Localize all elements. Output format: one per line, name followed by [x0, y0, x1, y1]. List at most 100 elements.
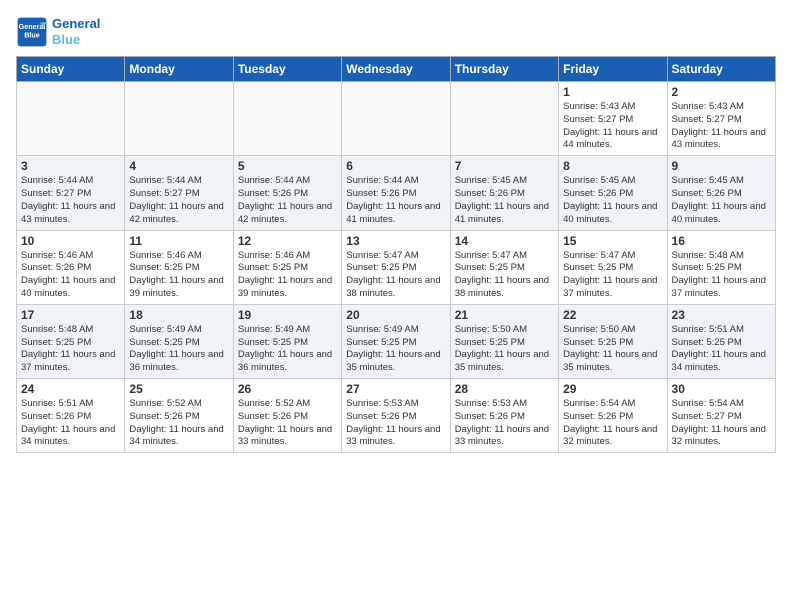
calendar-day-cell: [450, 82, 558, 156]
calendar-day-cell: 11 Sunrise: 5:46 AM Sunset: 5:25 PM Dayli…: [125, 230, 233, 304]
day-info: Sunrise: 5:49 AM Sunset: 5:25 PM Dayligh…: [346, 324, 445, 375]
day-info: Sunrise: 5:45 AM Sunset: 5:26 PM Dayligh…: [672, 175, 771, 226]
day-number: 21: [455, 308, 554, 322]
day-number: 9: [672, 159, 771, 173]
page-header: General Blue GeneralBlue: [16, 16, 776, 48]
calendar-day-cell: 18Sunrise: 5:49 AM Sunset: 5:25 PM Dayli…: [125, 304, 233, 378]
day-info: Sunrise: 5:54 AM Sunset: 5:26 PM Dayligh…: [563, 398, 662, 449]
calendar-day-cell: 29 Sunrise: 5:54 AM Sunset: 5:26 PM Dayli…: [559, 379, 667, 453]
calendar-day-cell: 3 Sunrise: 5:44 AM Sunset: 5:27 PM Daylig…: [17, 156, 125, 230]
day-info: Sunrise: 5:54 AM Sunset: 5:27 PM Dayligh…: [672, 398, 771, 449]
day-info: Sunrise: 5:46 AM Sunset: 5:25 PM Dayligh…: [129, 250, 228, 301]
calendar-day-cell: 19 Sunrise: 5:49 AM Sunset: 5:25 PM Dayli…: [233, 304, 341, 378]
day-number: 23: [672, 308, 771, 322]
calendar-day-cell: 5 Sunrise: 5:44 AM Sunset: 5:26 PM Daylig…: [233, 156, 341, 230]
calendar-day-cell: [17, 82, 125, 156]
day-info: Sunrise: 5:44 AM Sunset: 5:26 PM Dayligh…: [346, 175, 445, 226]
day-number: 24: [21, 382, 120, 396]
calendar-day-cell: [233, 82, 341, 156]
day-info: Sunrise: 5:50 AM Sunset: 5:25 PM Dayligh…: [455, 324, 554, 375]
calendar-day-cell: 4Sunrise: 5:44 AM Sunset: 5:27 PM Daylig…: [125, 156, 233, 230]
calendar-day-cell: 9 Sunrise: 5:45 AM Sunset: 5:26 PM Daylig…: [667, 156, 775, 230]
day-number: 3: [21, 159, 120, 173]
day-info: Sunrise: 5:43 AM Sunset: 5:27 PM Dayligh…: [672, 101, 771, 152]
day-info: Sunrise: 5:53 AM Sunset: 5:26 PM Dayligh…: [346, 398, 445, 449]
day-number: 25: [129, 382, 228, 396]
calendar-day-cell: 23Sunrise: 5:51 AM Sunset: 5:25 PM Dayli…: [667, 304, 775, 378]
day-info: Sunrise: 5:51 AM Sunset: 5:26 PM Dayligh…: [21, 398, 120, 449]
day-info: Sunrise: 5:50 AM Sunset: 5:25 PM Dayligh…: [563, 324, 662, 375]
weekday-header: Saturday: [667, 57, 775, 82]
logo-icon: General Blue: [16, 16, 48, 48]
day-info: Sunrise: 5:48 AM Sunset: 5:25 PM Dayligh…: [21, 324, 120, 375]
svg-text:Blue: Blue: [24, 31, 40, 40]
day-number: 5: [238, 159, 337, 173]
calendar-day-cell: 7 Sunrise: 5:45 AM Sunset: 5:26 PM Daylig…: [450, 156, 558, 230]
day-number: 18: [129, 308, 228, 322]
calendar-day-cell: [125, 82, 233, 156]
day-number: 8: [563, 159, 662, 173]
day-number: 20: [346, 308, 445, 322]
day-number: 6: [346, 159, 445, 173]
day-number: 29: [563, 382, 662, 396]
calendar-day-cell: 8Sunrise: 5:45 AM Sunset: 5:26 PM Daylig…: [559, 156, 667, 230]
day-number: 30: [672, 382, 771, 396]
calendar-day-cell: 15Sunrise: 5:47 AM Sunset: 5:25 PM Dayli…: [559, 230, 667, 304]
calendar-day-cell: 20 Sunrise: 5:49 AM Sunset: 5:25 PM Dayli…: [342, 304, 450, 378]
calendar-day-cell: 26Sunrise: 5:52 AM Sunset: 5:26 PM Dayli…: [233, 379, 341, 453]
calendar-day-cell: [342, 82, 450, 156]
calendar-header-row: SundayMondayTuesdayWednesdayThursdayFrid…: [17, 57, 776, 82]
calendar-day-cell: 12 Sunrise: 5:46 AM Sunset: 5:25 PM Dayli…: [233, 230, 341, 304]
day-number: 4: [129, 159, 228, 173]
day-info: Sunrise: 5:47 AM Sunset: 5:25 PM Dayligh…: [346, 250, 445, 301]
logo-text: GeneralBlue: [52, 16, 100, 47]
day-number: 16: [672, 234, 771, 248]
day-info: Sunrise: 5:47 AM Sunset: 5:25 PM Dayligh…: [455, 250, 554, 301]
day-info: Sunrise: 5:44 AM Sunset: 5:26 PM Dayligh…: [238, 175, 337, 226]
weekday-header: Sunday: [17, 57, 125, 82]
calendar-day-cell: 22 Sunrise: 5:50 AM Sunset: 5:25 PM Dayli…: [559, 304, 667, 378]
weekday-header: Friday: [559, 57, 667, 82]
day-number: 7: [455, 159, 554, 173]
calendar-week-row: 17Sunrise: 5:48 AM Sunset: 5:25 PM Dayli…: [17, 304, 776, 378]
day-number: 15: [563, 234, 662, 248]
weekday-header: Tuesday: [233, 57, 341, 82]
day-number: 22: [563, 308, 662, 322]
day-number: 12: [238, 234, 337, 248]
day-number: 27: [346, 382, 445, 396]
calendar-day-cell: 2 Sunrise: 5:43 AM Sunset: 5:27 PM Daylig…: [667, 82, 775, 156]
day-info: Sunrise: 5:48 AM Sunset: 5:25 PM Dayligh…: [672, 250, 771, 301]
calendar-day-cell: 27 Sunrise: 5:53 AM Sunset: 5:26 PM Dayli…: [342, 379, 450, 453]
day-number: 14: [455, 234, 554, 248]
day-info: Sunrise: 5:46 AM Sunset: 5:25 PM Dayligh…: [238, 250, 337, 301]
day-info: Sunrise: 5:49 AM Sunset: 5:25 PM Dayligh…: [238, 324, 337, 375]
calendar-day-cell: 10 Sunrise: 5:46 AM Sunset: 5:26 PM Dayli…: [17, 230, 125, 304]
day-info: Sunrise: 5:44 AM Sunset: 5:27 PM Dayligh…: [21, 175, 120, 226]
day-number: 26: [238, 382, 337, 396]
day-info: Sunrise: 5:45 AM Sunset: 5:26 PM Dayligh…: [455, 175, 554, 226]
weekday-header: Wednesday: [342, 57, 450, 82]
day-number: 19: [238, 308, 337, 322]
weekday-header: Thursday: [450, 57, 558, 82]
calendar-day-cell: 1 Sunrise: 5:43 AM Sunset: 5:27 PM Daylig…: [559, 82, 667, 156]
day-number: 10: [21, 234, 120, 248]
calendar-day-cell: 6 Sunrise: 5:44 AM Sunset: 5:26 PM Daylig…: [342, 156, 450, 230]
day-number: 11: [129, 234, 228, 248]
calendar-day-cell: 14 Sunrise: 5:47 AM Sunset: 5:25 PM Dayli…: [450, 230, 558, 304]
day-info: Sunrise: 5:46 AM Sunset: 5:26 PM Dayligh…: [21, 250, 120, 301]
calendar-day-cell: 24 Sunrise: 5:51 AM Sunset: 5:26 PM Dayli…: [17, 379, 125, 453]
calendar-day-cell: 25 Sunrise: 5:52 AM Sunset: 5:26 PM Dayli…: [125, 379, 233, 453]
calendar-week-row: 1 Sunrise: 5:43 AM Sunset: 5:27 PM Daylig…: [17, 82, 776, 156]
calendar-week-row: 24 Sunrise: 5:51 AM Sunset: 5:26 PM Dayli…: [17, 379, 776, 453]
weekday-header: Monday: [125, 57, 233, 82]
day-number: 28: [455, 382, 554, 396]
day-info: Sunrise: 5:43 AM Sunset: 5:27 PM Dayligh…: [563, 101, 662, 152]
calendar-day-cell: 28Sunrise: 5:53 AM Sunset: 5:26 PM Dayli…: [450, 379, 558, 453]
day-info: Sunrise: 5:52 AM Sunset: 5:26 PM Dayligh…: [129, 398, 228, 449]
day-number: 1: [563, 85, 662, 99]
calendar-day-cell: 21 Sunrise: 5:50 AM Sunset: 5:25 PM Dayli…: [450, 304, 558, 378]
day-number: 2: [672, 85, 771, 99]
calendar-day-cell: 16 Sunrise: 5:48 AM Sunset: 5:25 PM Dayli…: [667, 230, 775, 304]
calendar-day-cell: 30 Sunrise: 5:54 AM Sunset: 5:27 PM Dayli…: [667, 379, 775, 453]
logo: General Blue GeneralBlue: [16, 16, 100, 48]
